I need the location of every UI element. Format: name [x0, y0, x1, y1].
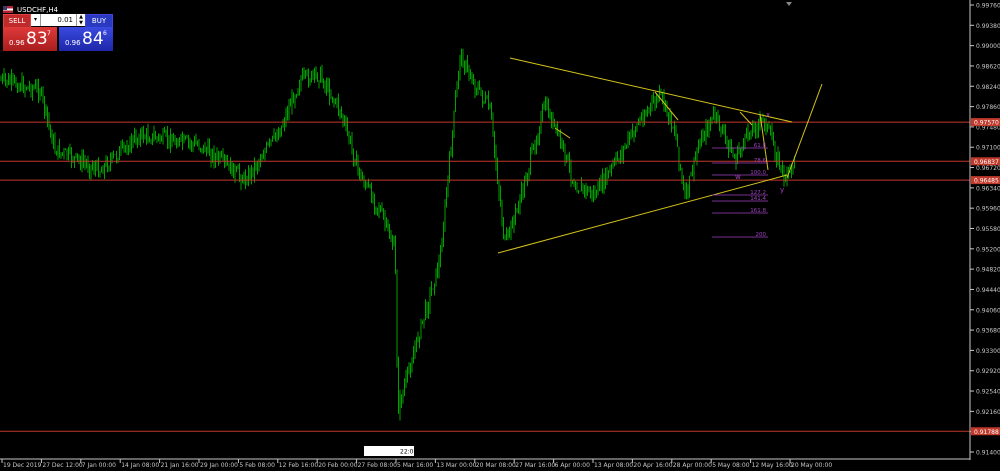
sell-button[interactable]: SELL — [3, 14, 31, 28]
fib-level-label: 141.4 — [750, 196, 766, 202]
price-tag-label: 0.96485 — [974, 178, 999, 185]
price-tick-label: 0.99000 — [976, 43, 1000, 50]
time-tick-label: 12 May 16:00 — [752, 462, 793, 469]
fib-level-label: 61.8 — [754, 143, 767, 149]
price-tick-label: 0.97100 — [976, 145, 1000, 152]
time-tick-label: 6 Apr 00:00 — [555, 462, 590, 469]
time-tick-label: 29 Jan 00:00 — [200, 462, 238, 469]
price-tick-label: 0.95580 — [976, 226, 1000, 233]
time-tick-label: 28 Apr 00:00 — [673, 462, 712, 469]
fib-level-label: 100.0 — [750, 170, 766, 176]
time-tick-label: 27 Mar 16:00 — [515, 462, 555, 469]
price-tick-label: 0.98240 — [976, 84, 1000, 91]
sell-price-big: 83 — [26, 29, 48, 49]
price-tick-label: 0.96340 — [976, 185, 1000, 192]
price-tick-label: 0.92540 — [976, 389, 1000, 396]
price-chart[interactable]: 61.878.6100.0127.2141.4161.8200 wxy 0.99… — [0, 0, 1000, 471]
time-tick-label: 27 Dec 12:00 — [42, 462, 83, 469]
price-tick-label: 0.92160 — [976, 409, 1000, 416]
time-tick-label: 5 May 08:00 — [712, 462, 750, 469]
price-tick-label: 0.99760 — [976, 3, 1000, 10]
wave-label-w: w — [735, 173, 741, 181]
time-tick-label: 13 Apr 08:00 — [594, 462, 633, 469]
time-tick-label: 19 Dec 2019 — [3, 462, 42, 469]
price-tick-label: 0.94440 — [976, 287, 1000, 294]
sell-quote[interactable]: 0.96 83 7 — [3, 27, 57, 51]
buy-quote[interactable]: 0.96 84 6 — [59, 27, 113, 51]
price-tag-label: 0.97570 — [974, 120, 999, 127]
lot-spinner-icon[interactable]: ▲ ▼ — [76, 14, 85, 26]
time-tick-label: 5 Feb 08:00 — [239, 462, 275, 469]
price-tick-label: 0.92920 — [976, 368, 1000, 375]
fib-level-label: 78.6 — [754, 158, 767, 164]
price-tag-label: 0.96837 — [974, 159, 999, 166]
chart-background — [0, 0, 1000, 471]
buy-price-sup: 6 — [103, 30, 107, 37]
price-tick-label: 0.98620 — [976, 63, 1000, 70]
price-tick-label: 0.93680 — [976, 328, 1000, 335]
lot-size-field[interactable]: ▾ 0.01 ▲ ▼ — [31, 14, 85, 26]
price-tick-label: 0.95200 — [976, 246, 1000, 253]
buy-button[interactable]: BUY — [85, 14, 113, 28]
one-click-trading-panel: SELL ▾ 0.01 ▲ ▼ BUY 0.96 83 7 0.96 84 6 — [3, 14, 113, 51]
time-tick-label: 20 May 00:00 — [791, 462, 832, 469]
fib-level-label: 161.8 — [750, 208, 766, 214]
sell-price-prefix: 0.96 — [9, 39, 25, 47]
price-tick-label: 0.94060 — [976, 307, 1000, 314]
time-tick-label: 7 Jan 00:00 — [82, 462, 116, 469]
lot-dropdown-icon[interactable]: ▾ — [31, 14, 41, 26]
price-tick-label: 0.96720 — [976, 165, 1000, 172]
time-tick-label: 27 Feb 08:00 — [358, 462, 398, 469]
buy-price-prefix: 0.96 — [65, 39, 81, 47]
time-tick-label: 20 Mar 08:00 — [476, 462, 516, 469]
fib-level-label: 200 — [756, 232, 767, 238]
time-cursor-label: 22:00 — [400, 449, 417, 456]
time-tick-label: 21 Jan 16:00 — [161, 462, 199, 469]
price-tick-label: 0.93300 — [976, 348, 1000, 355]
time-tick-label: 13 Mar 00:00 — [436, 462, 476, 469]
wave-label-y: y — [780, 186, 784, 194]
buy-price-big: 84 — [82, 29, 104, 49]
price-tick-label: 0.97860 — [976, 104, 1000, 111]
time-tick-label: 12 Feb 16:00 — [279, 462, 319, 469]
usd-flag-icon — [3, 6, 13, 13]
time-tick-label: 14 Jan 08:00 — [121, 462, 159, 469]
time-tick-label: 5 Mar 16:00 — [397, 462, 433, 469]
wave-label-x: x — [766, 111, 770, 119]
time-tick-label: 20 Apr 16:00 — [633, 462, 672, 469]
price-tick-label: 0.95960 — [976, 206, 1000, 213]
price-tag-label: 0.91788 — [974, 429, 999, 436]
price-tick-label: 0.91400 — [976, 450, 1000, 457]
symbol-title: USDCHF,H4 — [17, 5, 59, 14]
price-tick-label: 0.99380 — [976, 23, 1000, 30]
sell-price-sup: 7 — [47, 30, 51, 37]
price-tick-label: 0.94820 — [976, 267, 1000, 274]
time-tick-label: 20 Feb 00:00 — [318, 462, 358, 469]
lot-value[interactable]: 0.01 — [41, 14, 76, 26]
